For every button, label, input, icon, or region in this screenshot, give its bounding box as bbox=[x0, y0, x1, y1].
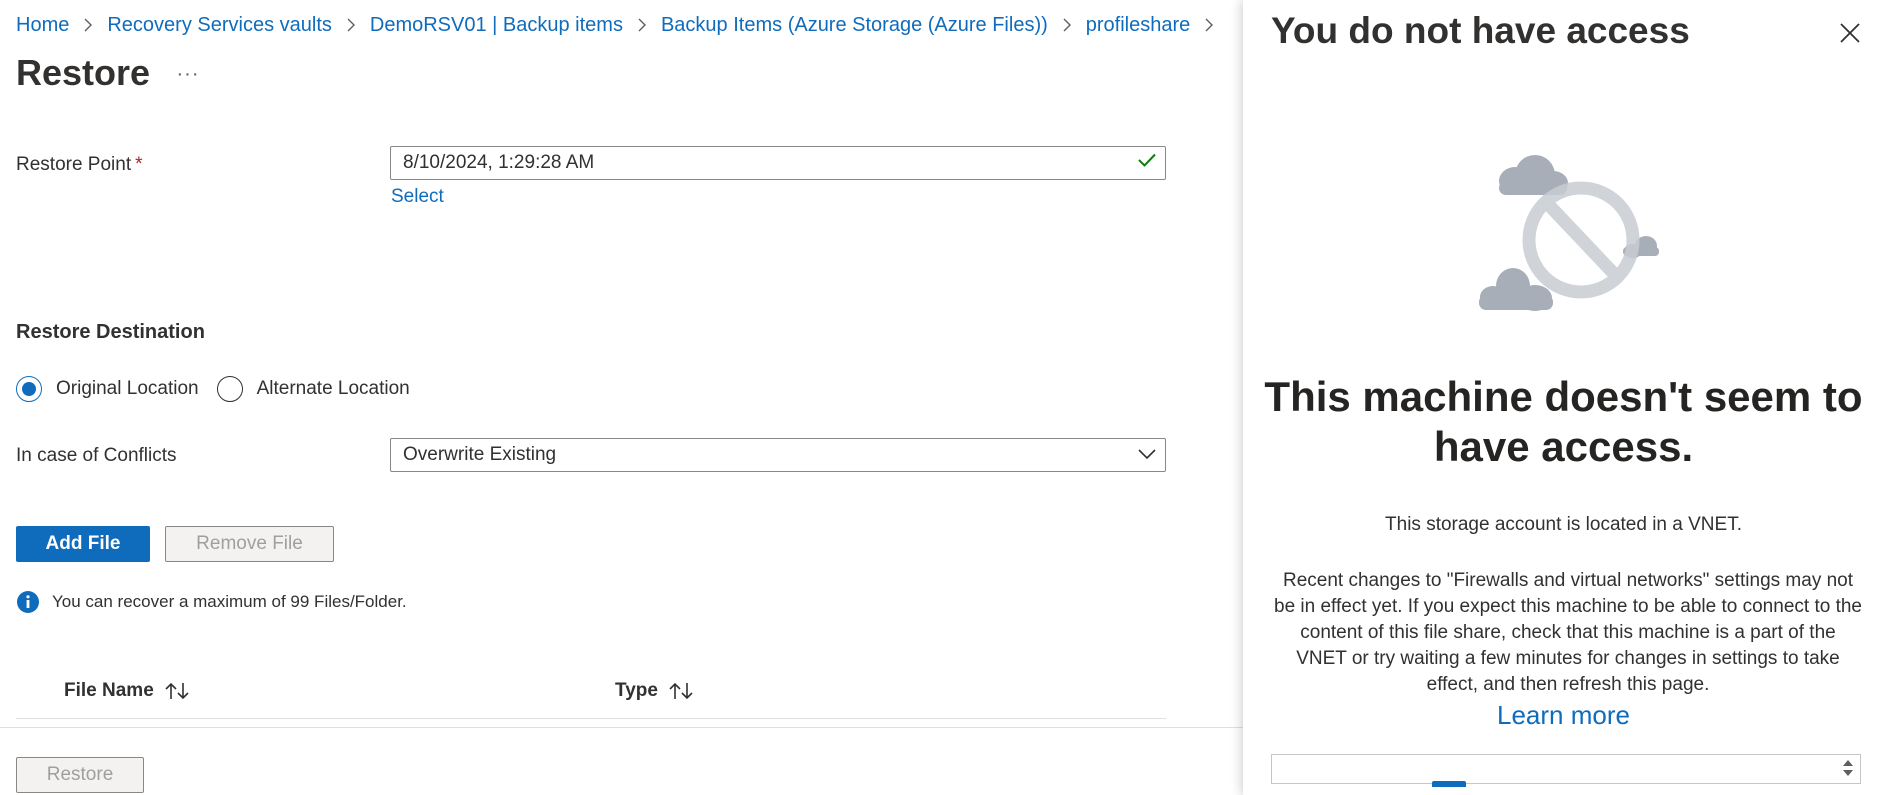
restore-destination-title: Restore Destination bbox=[16, 321, 205, 343]
chevron-right-icon bbox=[1062, 18, 1072, 32]
partial-image bbox=[1432, 781, 1466, 787]
info-text: You can recover a maximum of 99 Files/Fo… bbox=[52, 592, 407, 611]
chevron-right-icon bbox=[637, 18, 647, 32]
breadcrumb-recovery-services-vaults[interactable]: Recovery Services vaults bbox=[107, 14, 332, 37]
breadcrumb-azure-files-items[interactable]: Backup Items (Azure Storage (Azure Files… bbox=[661, 14, 1048, 37]
conflicts-dropdown[interactable]: Overwrite Existing bbox=[390, 438, 1166, 472]
breadcrumb: Home Recovery Services vaults DemoRSV01 … bbox=[16, 10, 1228, 40]
required-marker: * bbox=[135, 154, 143, 175]
more-options-button[interactable]: ··· bbox=[174, 60, 202, 88]
scroll-arrows-icon[interactable] bbox=[1842, 758, 1854, 778]
file-name-header-text: File Name bbox=[64, 680, 154, 701]
original-location-label[interactable]: Original Location bbox=[56, 378, 199, 400]
alternate-location-radio[interactable] bbox=[216, 376, 243, 402]
radio-selected-dot bbox=[22, 382, 36, 396]
sort-arrows-icon bbox=[668, 681, 694, 701]
breadcrumb-home[interactable]: Home bbox=[16, 14, 69, 37]
access-description: Recent changes to "Firewalls and virtual… bbox=[1274, 570, 1862, 695]
no-access-cloud-illustration bbox=[1473, 145, 1673, 325]
close-icon[interactable] bbox=[1835, 18, 1865, 48]
scrollable-text-box[interactable] bbox=[1271, 754, 1861, 787]
info-icon bbox=[16, 590, 40, 614]
original-location-radio[interactable] bbox=[16, 376, 42, 402]
conflicts-value: Overwrite Existing bbox=[403, 444, 557, 465]
panel-title: You do not have access bbox=[1271, 10, 1690, 51]
learn-more-link[interactable]: Learn more bbox=[1243, 700, 1884, 731]
conflicts-label: In case of Conflicts bbox=[16, 445, 177, 466]
type-header-text: Type bbox=[615, 680, 658, 701]
no-access-panel: You do not have access This machine does… bbox=[1243, 0, 1884, 795]
chevron-right-icon bbox=[83, 18, 93, 32]
footer-divider bbox=[0, 727, 1243, 728]
remove-file-button[interactable]: Remove File bbox=[165, 526, 334, 562]
type-column-header[interactable]: Type bbox=[615, 680, 694, 702]
restore-point-label-text: Restore Point bbox=[16, 154, 132, 175]
restore-point-value: 8/10/2024, 1:29:28 AM bbox=[403, 152, 595, 173]
restore-button[interactable]: Restore bbox=[16, 757, 144, 793]
restore-destination-radio-group: Original Location Alternate Location bbox=[16, 376, 410, 402]
chevron-right-icon bbox=[1204, 18, 1214, 32]
page-title: Restore bbox=[16, 52, 151, 93]
table-header-divider bbox=[16, 718, 1166, 719]
info-message: You can recover a maximum of 99 Files/Fo… bbox=[16, 590, 407, 614]
breadcrumb-profileshare[interactable]: profileshare bbox=[1086, 14, 1191, 37]
checkmark-icon bbox=[1137, 152, 1157, 174]
chevron-down-icon bbox=[1137, 444, 1157, 466]
alternate-location-label[interactable]: Alternate Location bbox=[257, 378, 410, 400]
restore-point-label: Restore Point * bbox=[16, 154, 143, 176]
breadcrumb-backup-items[interactable]: DemoRSV01 | Backup items bbox=[370, 14, 623, 37]
vnet-message: This storage account is located in a VNE… bbox=[1385, 514, 1742, 535]
restore-point-field[interactable]: 8/10/2024, 1:29:28 AM bbox=[390, 146, 1166, 180]
no-access-headline: This machine doesn't seem to have access… bbox=[1264, 373, 1863, 470]
file-name-column-header[interactable]: File Name bbox=[64, 680, 190, 702]
chevron-right-icon bbox=[346, 18, 356, 32]
select-restore-point-link[interactable]: Select bbox=[391, 186, 444, 208]
sort-arrows-icon bbox=[164, 681, 190, 701]
restore-blade: Home Recovery Services vaults DemoRSV01 … bbox=[0, 0, 1243, 795]
add-file-button[interactable]: Add File bbox=[16, 526, 150, 562]
